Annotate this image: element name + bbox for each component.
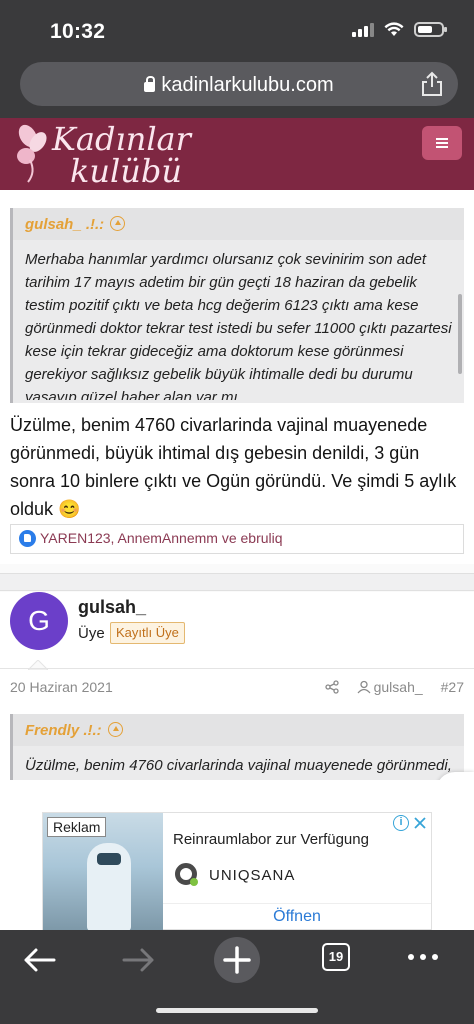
post-meta: 20 Haziran 2021 gulsah_ #27 bbox=[0, 668, 474, 704]
forward-arrow-icon[interactable] bbox=[120, 946, 156, 974]
more-icon[interactable] bbox=[408, 954, 438, 960]
ad-label: Reklam bbox=[47, 817, 107, 837]
address-bar[interactable]: kadinlarkulubu.com bbox=[20, 62, 458, 106]
flower-logo-icon bbox=[17, 124, 47, 183]
scrollbar[interactable] bbox=[458, 294, 462, 374]
wifi-icon bbox=[384, 22, 404, 36]
quote-block: Frendly .!.: Üzülme, benim 4760 civarlar… bbox=[10, 714, 464, 780]
quote-block: gulsah_ .!.: Merhaba hanımlar yardımcı o… bbox=[10, 208, 464, 403]
advertisement: Reklam Reinraumlabor zur Verfügung i UNI… bbox=[0, 780, 474, 931]
quote-text: Merhaba hanımlar yardımcı olursanız çok … bbox=[25, 251, 452, 400]
ad-open-button[interactable]: Öffnen bbox=[163, 903, 431, 931]
logo-text-2: kulübü bbox=[70, 152, 182, 190]
ad-image[interactable]: Reklam bbox=[43, 813, 163, 931]
thread-content: gulsah_ .!.: Merhaba hanımlar yardımcı o… bbox=[0, 190, 474, 780]
status-icons bbox=[352, 22, 447, 37]
quote-author[interactable]: Frendly .!.: bbox=[13, 714, 464, 746]
ad-banner[interactable]: Reklam Reinraumlabor zur Verfügung i UNI… bbox=[42, 812, 432, 931]
arrow-up-icon[interactable] bbox=[110, 216, 126, 231]
quote-author[interactable]: gulsah_ .!.: bbox=[13, 208, 464, 240]
plus-icon bbox=[223, 946, 251, 974]
browser-top-bar: 10:32 kadinlarkulubu.com bbox=[0, 0, 474, 118]
hamburger-icon bbox=[436, 138, 448, 140]
post: gulsah_ .!.: Merhaba hanımlar yardımcı o… bbox=[0, 190, 474, 564]
site-header: Kadınlar kulübü bbox=[0, 118, 474, 190]
quote-text: Üzülme, benim 4760 civarlarinda vajinal … bbox=[25, 757, 452, 774]
brand-logo-icon bbox=[175, 863, 198, 886]
post-message: Üzülme, benim 4760 civarlarinda vajinal … bbox=[10, 415, 457, 519]
ad-brand: UNIQSANA bbox=[209, 867, 296, 884]
post-separator bbox=[0, 573, 474, 591]
user-icon bbox=[357, 680, 371, 694]
post: G gulsah_ Üye Kayıtlı Üye 20 Haziran 202… bbox=[0, 592, 474, 780]
ad-close-icon[interactable] bbox=[412, 815, 428, 831]
signal-icon bbox=[352, 22, 374, 37]
tabs-button[interactable]: 19 bbox=[322, 943, 350, 971]
status-time: 10:32 bbox=[50, 20, 106, 43]
user-role: Üye bbox=[78, 625, 105, 642]
back-arrow-icon[interactable] bbox=[22, 946, 58, 974]
site-logo[interactable]: Kadınlar kulübü bbox=[8, 120, 208, 190]
avatar[interactable]: G bbox=[10, 592, 68, 650]
home-indicator[interactable] bbox=[156, 1008, 318, 1013]
ad-title[interactable]: Reinraumlabor zur Verfügung bbox=[173, 831, 369, 848]
arrow-up-icon[interactable] bbox=[107, 722, 123, 737]
lock-icon bbox=[144, 76, 156, 92]
reactions-bar[interactable]: YAREN123, AnnemAnnemm ve ebruliq bbox=[10, 524, 464, 554]
post-author-link[interactable]: gulsah_ bbox=[357, 679, 423, 695]
post-number[interactable]: #27 bbox=[441, 679, 464, 695]
new-tab-button[interactable] bbox=[214, 937, 260, 983]
post-username[interactable]: gulsah_ bbox=[78, 597, 146, 618]
share-icon[interactable] bbox=[420, 71, 444, 97]
reaction-users: YAREN123, AnnemAnnemm ve ebruliq bbox=[40, 530, 283, 546]
post-date[interactable]: 20 Haziran 2021 bbox=[10, 679, 113, 695]
battery-icon bbox=[414, 22, 447, 37]
like-icon bbox=[19, 530, 36, 547]
ad-info-icon[interactable]: i bbox=[393, 815, 409, 831]
url-text: kadinlarkulubu.com bbox=[161, 74, 334, 96]
share-icon[interactable] bbox=[324, 680, 339, 694]
menu-button[interactable] bbox=[422, 126, 462, 160]
user-badge: Kayıtlı Üye bbox=[110, 622, 185, 644]
